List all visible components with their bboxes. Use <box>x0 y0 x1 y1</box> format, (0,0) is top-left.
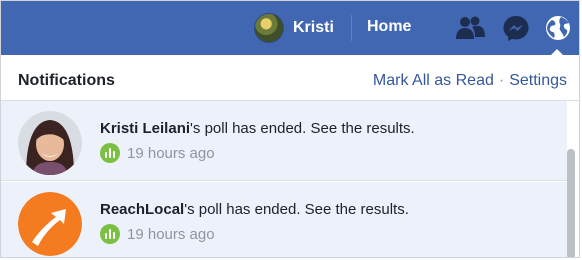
globe-icon[interactable] <box>543 13 575 43</box>
notification-message: 's poll has ended. See the results. <box>190 120 415 137</box>
notifications-title: Notifications <box>18 72 115 89</box>
notification-actor: ReachLocal <box>100 201 185 218</box>
scrollbar[interactable] <box>567 149 575 257</box>
profile-link[interactable]: Kristi <box>254 12 334 44</box>
notification-time: 19 hours ago <box>127 225 215 243</box>
notification-item[interactable]: ReachLocal's poll has ended. See the res… <box>1 182 567 257</box>
poll-icon <box>100 143 120 163</box>
top-navigation-bar: Kristi Home <box>1 1 579 57</box>
home-link[interactable]: Home <box>367 18 411 36</box>
notification-text: Kristi Leilani's poll has ended. See the… <box>100 120 415 137</box>
profile-name: Kristi <box>293 19 334 36</box>
poll-icon <box>100 224 120 244</box>
separator-dot: · <box>498 72 505 89</box>
notification-time: 19 hours ago <box>127 144 215 162</box>
dropdown-pointer <box>549 49 565 57</box>
nav-divider <box>351 15 352 41</box>
notifications-header: Notifications Mark All as Read · Setting… <box>1 57 579 101</box>
notification-item[interactable]: Kristi Leilani's poll has ended. See the… <box>1 101 567 181</box>
avatar <box>254 13 284 43</box>
reachlocal-logo-icon <box>18 192 82 256</box>
notification-meta: 19 hours ago <box>100 224 215 244</box>
notifications-window: Kristi Home Notifications Mark All as Re… <box>0 0 580 258</box>
mark-all-read-link[interactable]: Mark All as Read <box>373 72 494 90</box>
avatar <box>18 111 82 175</box>
settings-link[interactable]: Settings <box>509 72 567 90</box>
notification-meta: 19 hours ago <box>100 143 215 163</box>
friends-icon[interactable] <box>454 13 486 43</box>
notification-message: 's poll has ended. See the results. <box>184 201 409 218</box>
messenger-icon[interactable] <box>500 13 532 43</box>
notification-actor: Kristi Leilani <box>100 120 191 137</box>
header-actions: Mark All as Read · Settings <box>373 72 567 90</box>
notification-text: ReachLocal's poll has ended. See the res… <box>100 201 409 218</box>
